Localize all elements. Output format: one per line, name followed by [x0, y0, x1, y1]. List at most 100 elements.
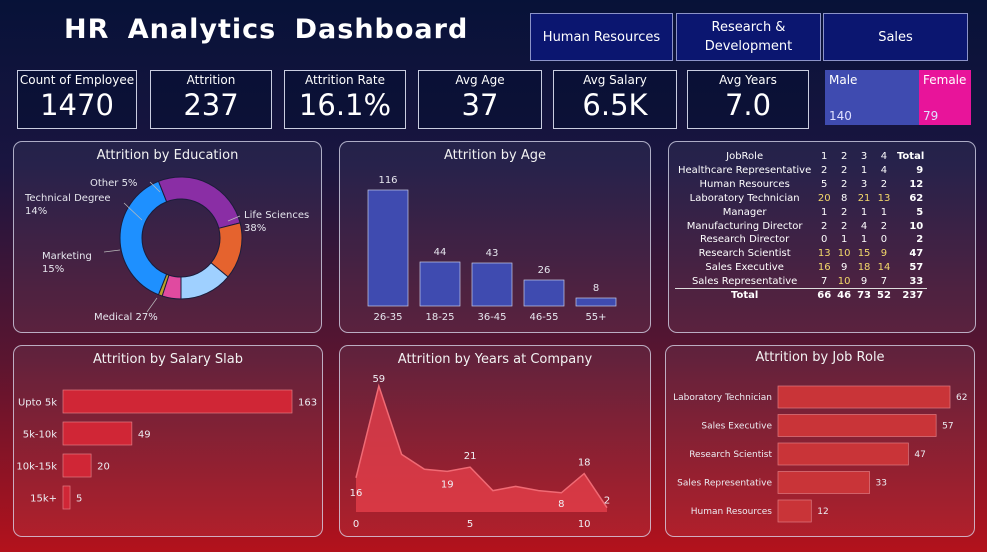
years-tick-label: 0: [353, 519, 359, 530]
age-data-label: 44: [434, 247, 447, 258]
kpi-label: Count of Employee: [19, 73, 135, 87]
table-value-cell: 2: [840, 206, 848, 218]
kpi-card-avg-age: Avg Age 37: [418, 70, 542, 129]
table-role-cell: Research Director: [700, 234, 790, 246]
years-tick-label: 5: [467, 519, 473, 530]
filter-human-resources-button[interactable]: Human Resources: [530, 13, 673, 61]
salary-panel: Attrition by Salary Slab Upto 5k 163 5k-10…: [13, 345, 323, 537]
salary-bar: [62, 485, 71, 510]
table-value-cell: 20: [817, 192, 831, 204]
kpi-label: Avg Years: [719, 73, 777, 87]
table-value-cell: 21: [857, 192, 871, 204]
table-value-cell: 3: [860, 179, 868, 191]
table-value-cell: 2: [821, 220, 828, 232]
table-value-cell: 10: [837, 275, 851, 287]
salary-data-label: 20: [97, 462, 110, 473]
table-total-cell: 5: [916, 206, 924, 218]
table-role-cell: Manager: [722, 206, 767, 218]
kpi-value: 7.0: [724, 88, 772, 122]
salary-tick-label: 10k-15k: [16, 462, 57, 473]
table-total-cell: 52: [874, 287, 894, 302]
kpi-label: Avg Salary: [583, 73, 647, 87]
kpi-label: Avg Age: [455, 73, 505, 87]
kpi-value: 1470: [40, 88, 114, 122]
table-header-cell[interactable]: 1: [814, 148, 834, 164]
filter-sales-button[interactable]: Sales: [823, 13, 968, 61]
table-value-cell: 1: [840, 234, 848, 246]
years-area-chart: 16 59 19 21 8 18 2 0 5 10: [350, 374, 611, 530]
age-bar: [523, 279, 565, 307]
table-value-cell: 9: [840, 261, 848, 273]
page-title: HR Analytics Dashboard: [64, 14, 469, 45]
kpi-label: Attrition Rate: [305, 73, 385, 87]
table-row: Laboratory Technician 20 8 21 13 62: [675, 192, 927, 206]
age-tick-label: 36-45: [477, 312, 506, 323]
table-value-cell: 5: [821, 179, 828, 191]
jobrole-tick-label: Sales Executive: [701, 422, 772, 432]
table-header-cell[interactable]: Total: [894, 148, 927, 164]
years-data-label: 59: [372, 374, 385, 385]
salary-bar: [62, 389, 293, 414]
gender-female-block[interactable]: Female 79: [919, 70, 971, 125]
filter-research-development-button[interactable]: Research & Development: [676, 13, 821, 61]
table-header-cell[interactable]: JobRole: [675, 148, 814, 164]
table-value-cell: 18: [857, 261, 871, 273]
table-role-cell: Laboratory Technician: [689, 192, 800, 204]
gender-male-label: Male: [829, 73, 858, 87]
salary-bar-chart: Upto 5k 163 5k-10k 49 10k-15k 20 15k+ 5: [16, 389, 317, 510]
education-panel: Attrition by Education Life Sciences 38% M…: [13, 141, 322, 333]
jobrole-tick-label: Sales Representative: [677, 479, 772, 489]
gender-male-block[interactable]: Male 140: [825, 70, 919, 125]
table-row: Research Scientist 13 10 15 9 47: [675, 247, 927, 261]
table-value-cell: 7: [821, 275, 828, 287]
table-value-cell: 10: [837, 248, 851, 260]
table-value-cell: 1: [860, 165, 868, 177]
jobrole-bar-chart: Laboratory Technician 62 Sales Executive 57…: [673, 385, 967, 523]
gender-female-label: Female: [923, 73, 967, 87]
salary-data-label: 49: [138, 430, 151, 441]
table-value-cell: 16: [817, 261, 831, 273]
table-total-cell: 57: [909, 261, 924, 273]
age-tick-label: 46-55: [529, 312, 558, 323]
years-data-label: 18: [578, 458, 591, 469]
table-role-cell: Sales Executive: [705, 261, 784, 273]
donut-leader-line: [103, 249, 121, 253]
table-total-cell: 237: [893, 287, 928, 302]
age-bar: [575, 297, 617, 307]
years-data-label: 21: [464, 451, 477, 462]
table-row: Research Director 0 1 1 0 2: [675, 233, 927, 247]
years-data-label: 16: [350, 488, 363, 499]
table-value-cell: 9: [880, 248, 888, 260]
table-value-cell: 13: [817, 248, 831, 260]
kpi-card-avg-years: Avg Years 7.0: [687, 70, 809, 129]
table-total-cell: 10: [909, 220, 924, 232]
table-value-cell: 4: [880, 165, 888, 177]
jobrole-data-label: 33: [876, 479, 887, 489]
table-header-cell[interactable]: 2: [834, 148, 854, 164]
salary-tick-label: Upto 5k: [18, 398, 57, 409]
jobrole-satisfaction-table: JobRole 1 2 3 4 Total Healthcare Representativ…: [675, 148, 928, 302]
table-total-row: Total 66 46 73 52 237: [675, 287, 928, 302]
salary-bar: [62, 453, 92, 478]
table-total-cell: 47: [909, 248, 924, 260]
donut-data-label: Medical 27%: [94, 312, 158, 323]
age-data-label: 116: [378, 175, 397, 186]
donut-data-label: Other 5%: [90, 178, 137, 189]
jobrole-panel: Attrition by Job Role Laboratory Technic…: [665, 345, 975, 537]
age-data-label: 26: [538, 265, 551, 276]
donut-data-label: 38%: [244, 223, 266, 234]
kpi-card-attrition-rate: Attrition Rate 16.1%: [284, 70, 406, 129]
kpi-card-attrition: Attrition 237: [150, 70, 272, 129]
table-value-cell: 2: [880, 220, 888, 232]
table-header-cell[interactable]: 4: [874, 148, 894, 164]
jobrole-data-label: 47: [914, 450, 925, 460]
donut-slice-medical: [157, 176, 241, 229]
salary-tick-label: 15k+: [30, 494, 57, 505]
table-value-cell: 1: [880, 206, 888, 218]
kpi-card-avg-salary: Avg Salary 6.5K: [553, 70, 677, 129]
table-header-cell[interactable]: 3: [854, 148, 874, 164]
donut-data-label: Technical Degree: [24, 193, 111, 204]
age-bar-chart: 116 26-35 44 18-25 43 36-45 26 46-55 8 55+: [367, 175, 617, 323]
age-bar: [471, 262, 513, 307]
table-total-cell: 66: [814, 287, 835, 302]
